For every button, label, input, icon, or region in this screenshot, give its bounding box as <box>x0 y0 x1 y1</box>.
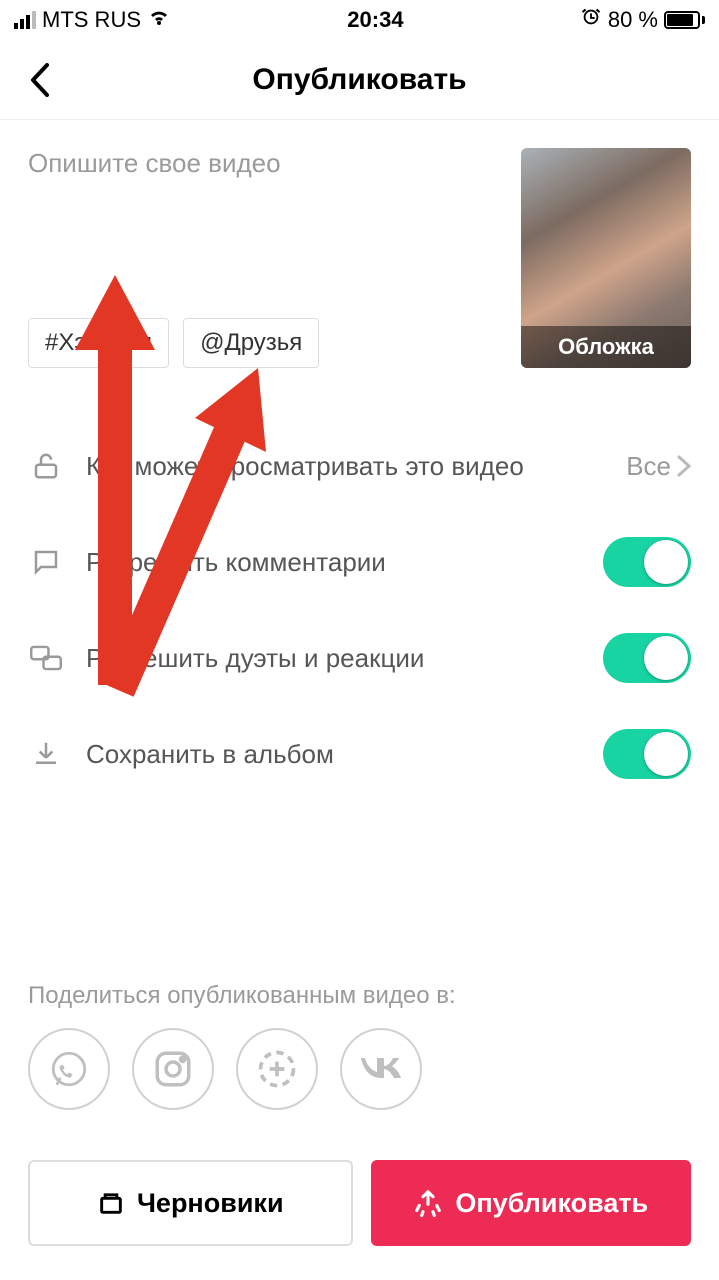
alarm-icon <box>580 6 602 34</box>
whatsapp-icon <box>48 1048 90 1090</box>
duets-label: Разрешить дуэты и реакции <box>86 643 581 674</box>
bottom-bar: Черновики Опубликовать <box>28 1160 691 1246</box>
comments-toggle[interactable] <box>603 537 691 587</box>
share-section: Поделиться опубликованным видео в: <box>28 982 691 1110</box>
comments-label: Разрешить комментарии <box>86 547 581 578</box>
wifi-icon <box>147 7 171 33</box>
share-story[interactable] <box>236 1028 318 1110</box>
chevron-left-icon <box>29 63 51 97</box>
carrier-label: MTS RUS <box>42 7 141 33</box>
share-whatsapp[interactable] <box>28 1028 110 1110</box>
battery-icon <box>664 11 705 29</box>
visibility-value: Все <box>626 451 691 482</box>
friends-chip[interactable]: @Друзья <box>183 318 319 368</box>
visibility-label: Кто может просматривать это видео <box>86 451 604 482</box>
status-left: MTS RUS <box>14 7 171 33</box>
download-icon <box>28 736 64 772</box>
share-vk[interactable] <box>340 1028 422 1110</box>
story-plus-icon <box>255 1047 299 1091</box>
drafts-button[interactable]: Черновики <box>28 1160 353 1246</box>
status-bar: MTS RUS 20:34 80 % <box>0 0 719 40</box>
visibility-row[interactable]: Кто может просматривать это видео Все <box>28 418 691 514</box>
publish-button[interactable]: Опубликовать <box>371 1160 692 1246</box>
instagram-icon <box>152 1048 194 1090</box>
comment-icon <box>28 544 64 580</box>
header: Опубликовать <box>0 40 719 120</box>
cover-label: Обложка <box>521 326 691 368</box>
save-row: Сохранить в альбом <box>28 706 691 802</box>
save-label: Сохранить в альбом <box>86 739 581 770</box>
share-instagram[interactable] <box>132 1028 214 1110</box>
status-time: 20:34 <box>347 7 403 33</box>
back-button[interactable] <box>20 60 60 100</box>
signal-icon <box>14 11 36 29</box>
lock-open-icon <box>28 448 64 484</box>
cover-thumbnail[interactable]: Обложка <box>521 148 691 368</box>
duets-toggle[interactable] <box>603 633 691 683</box>
duet-icon <box>28 640 64 676</box>
publish-icon <box>413 1188 443 1218</box>
comments-row: Разрешить комментарии <box>28 514 691 610</box>
share-title: Поделиться опубликованным видео в: <box>28 982 691 1010</box>
drafts-icon <box>97 1189 125 1217</box>
save-toggle[interactable] <box>603 729 691 779</box>
battery-percent: 80 % <box>608 7 658 33</box>
status-right: 80 % <box>580 6 705 34</box>
page-title: Опубликовать <box>252 63 466 97</box>
duets-row: Разрешить дуэты и реакции <box>28 610 691 706</box>
caption-input[interactable]: Опишите свое видео <box>28 148 501 179</box>
chevron-right-icon <box>677 455 691 477</box>
vk-icon <box>357 1054 405 1084</box>
hashtags-chip[interactable]: #Хэштеги <box>28 318 169 368</box>
